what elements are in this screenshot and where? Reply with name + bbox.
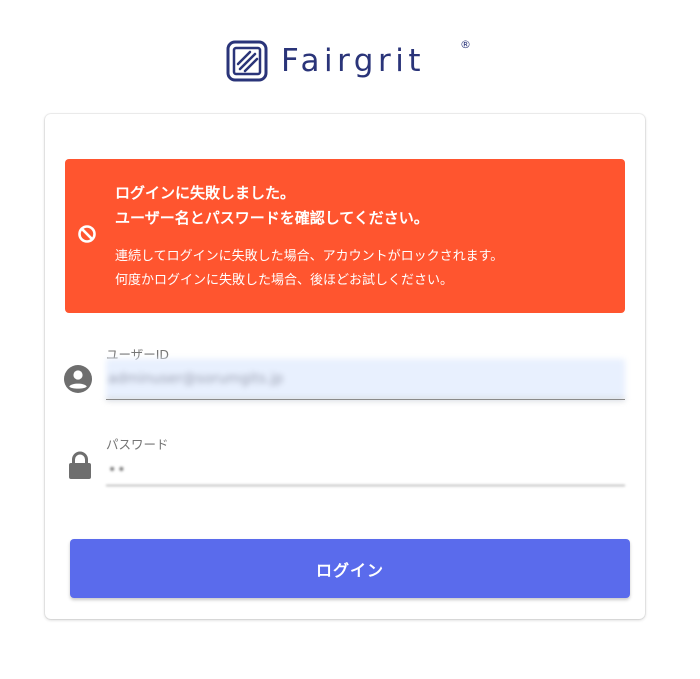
fairgrit-logo-icon bbox=[226, 40, 268, 82]
alert-title: ログインに失敗しました。 ユーザー名とパスワードを確認してください。 bbox=[115, 181, 429, 231]
username-underline bbox=[106, 399, 625, 400]
alert-detail-line-2: 何度かログインに失敗した場合、後ほどお試しください。 bbox=[115, 273, 454, 288]
brand-name: Fairgrit bbox=[281, 43, 425, 79]
password-field[interactable] bbox=[106, 454, 625, 486]
username-field[interactable] bbox=[106, 359, 625, 400]
login-page: Fairgrit ® ログインに失敗しました。 ユーザー名とパスワードを確認して… bbox=[0, 0, 700, 679]
registered-mark: ® bbox=[460, 38, 471, 51]
account-circle-icon bbox=[64, 365, 92, 393]
alert-detail-line-1: 連続してログインに失敗した場合、アカウントがロックされます。 bbox=[115, 249, 504, 264]
brand-logo: Fairgrit ® bbox=[226, 38, 471, 82]
login-card: ログインに失敗しました。 ユーザー名とパスワードを確認してください。 連続してロ… bbox=[45, 114, 645, 619]
password-label: パスワード bbox=[106, 437, 169, 452]
alert-detail: 連続してログインに失敗した場合、アカウントがロックされます。 何度かログインに失… bbox=[115, 245, 503, 293]
login-button[interactable]: ログイン bbox=[70, 539, 630, 598]
alert-title-line-1: ログインに失敗しました。 bbox=[115, 184, 296, 202]
lock-icon bbox=[69, 451, 91, 479]
error-alert: ログインに失敗しました。 ユーザー名とパスワードを確認してください。 連続してロ… bbox=[65, 159, 625, 313]
block-icon bbox=[78, 225, 96, 243]
alert-title-line-2: ユーザー名とパスワードを確認してください。 bbox=[115, 209, 429, 227]
